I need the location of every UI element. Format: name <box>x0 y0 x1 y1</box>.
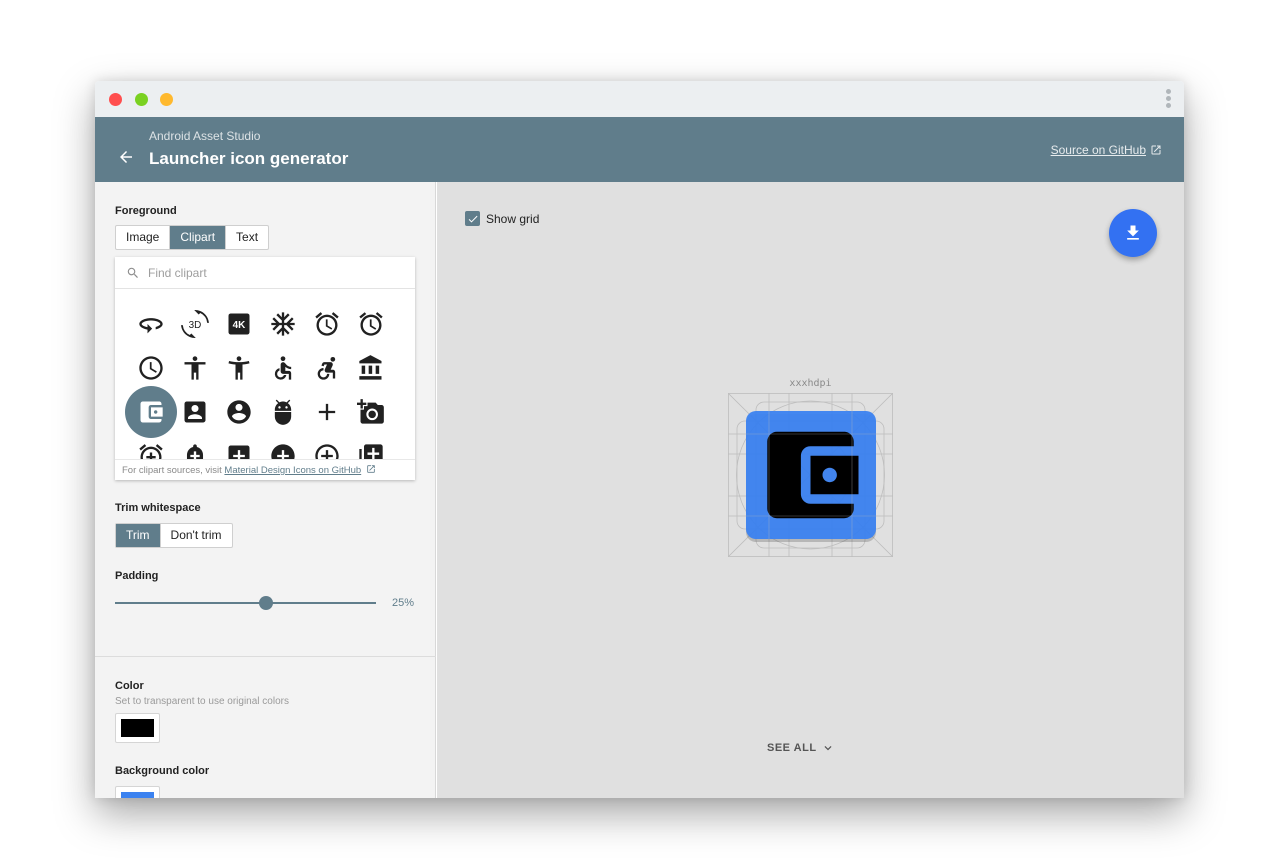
background-color-label: Background color <box>115 765 210 777</box>
ac-unit-icon[interactable] <box>261 302 305 346</box>
more-vert-icon[interactable] <box>1166 89 1172 111</box>
close-window-button[interactable] <box>109 93 122 106</box>
padding-label: Padding <box>115 570 159 582</box>
add-alarm-icon[interactable] <box>129 434 173 460</box>
account-balance-wallet-icon[interactable] <box>125 386 177 438</box>
show-grid-toggle[interactable]: Show grid <box>465 211 539 226</box>
page-title: Launcher icon generator <box>149 149 349 168</box>
open-in-new-icon <box>1151 145 1161 155</box>
check-icon <box>468 215 477 222</box>
clipart-picker: 3D 4K <box>115 257 415 480</box>
accessible-icon[interactable] <box>261 346 305 390</box>
clipart-footer-text: For clipart sources, visit <box>122 465 225 476</box>
3d-rotation-icon[interactable]: 3D <box>173 302 217 346</box>
padding-slider-track[interactable] <box>115 602 376 604</box>
add-circle-outline-icon[interactable] <box>305 434 349 460</box>
accessibility-new-icon[interactable] <box>217 346 261 390</box>
app-bar: Android Asset Studio Launcher icon gener… <box>95 117 1184 182</box>
access-alarms-icon[interactable] <box>349 302 393 346</box>
maximize-window-button[interactable] <box>135 93 148 106</box>
dont-trim-option[interactable]: Don't trim <box>161 524 232 547</box>
add-box-icon[interactable] <box>217 434 261 460</box>
trim-option[interactable]: Trim <box>116 524 161 547</box>
minimize-window-button[interactable] <box>160 93 173 106</box>
launcher-icon-preview <box>728 393 893 557</box>
foreground-label: Foreground <box>115 205 177 217</box>
background-color-swatch[interactable] <box>115 786 160 798</box>
trim-options: Trim Don't trim <box>115 523 233 548</box>
add-a-photo-icon[interactable] <box>349 390 393 434</box>
accessible-forward-icon[interactable] <box>305 346 349 390</box>
account-balance-icon[interactable] <box>349 346 393 390</box>
padding-value: 25% <box>392 597 415 609</box>
access-time-icon[interactable] <box>129 346 173 390</box>
add-circle-icon[interactable] <box>261 434 305 460</box>
svg-text:3D: 3D <box>189 320 202 331</box>
show-grid-label: Show grid <box>486 211 540 226</box>
clipart-search <box>115 257 415 289</box>
add-to-photos-icon[interactable] <box>349 434 393 460</box>
source-link-label: Source on GitHub <box>1050 143 1146 157</box>
add-alert-icon[interactable] <box>173 434 217 460</box>
4k-icon[interactable]: 4K <box>217 302 261 346</box>
section-divider <box>95 656 436 657</box>
file-download-icon <box>1127 225 1139 240</box>
padding-slider-thumb[interactable] <box>259 596 273 610</box>
add-icon[interactable] <box>305 390 349 434</box>
window-titlebar <box>95 81 1184 117</box>
preview-area: Show grid xxxhdpi SEE ALL <box>437 182 1184 798</box>
clipart-sources-note: For clipart sources, visit Material Desi… <box>115 459 415 480</box>
density-label: xxxhdpi <box>789 378 832 389</box>
accessibility-icon[interactable] <box>173 346 217 390</box>
foreground-color-swatch[interactable] <box>115 713 160 743</box>
account-box-icon[interactable] <box>173 390 217 434</box>
account-circle-icon[interactable] <box>217 390 261 434</box>
clipart-icon-grid: 3D 4K <box>115 290 415 460</box>
color-label: Color <box>115 680 144 692</box>
foreground-type-tabs: Image Clipart Text <box>115 225 270 250</box>
tab-text[interactable]: Text <box>226 226 268 249</box>
search-icon <box>127 267 138 278</box>
material-icons-link[interactable]: Material Design Icons on GitHub <box>224 465 361 476</box>
source-on-github-link[interactable]: Source on GitHub <box>1051 143 1162 157</box>
see-all-button[interactable]: SEE ALL <box>767 741 835 755</box>
app-window: Android Asset Studio Launcher icon gener… <box>95 81 1184 798</box>
trim-label: Trim whitespace <box>115 502 201 514</box>
show-grid-checkbox[interactable] <box>465 211 480 226</box>
chevron-down-icon <box>824 746 832 751</box>
open-in-new-icon <box>367 465 375 473</box>
rotate-360-icon[interactable] <box>129 302 173 346</box>
color-help-text: Set to transparent to use original color… <box>115 696 289 707</box>
svg-text:4K: 4K <box>233 320 247 331</box>
clipart-search-input[interactable] <box>148 263 403 283</box>
tab-clipart[interactable]: Clipart <box>170 226 227 249</box>
download-button[interactable] <box>1109 209 1157 257</box>
app-subtitle: Android Asset Studio <box>149 129 261 143</box>
arrow-back-icon[interactable] <box>117 148 135 166</box>
adb-icon[interactable] <box>261 390 305 434</box>
icon-foreground <box>767 431 859 519</box>
see-all-label: SEE ALL <box>767 742 817 754</box>
settings-sidebar: Foreground Image Clipart Text 3D 4K <box>95 182 436 798</box>
tab-image[interactable]: Image <box>116 226 171 249</box>
access-alarm-icon[interactable] <box>305 302 349 346</box>
